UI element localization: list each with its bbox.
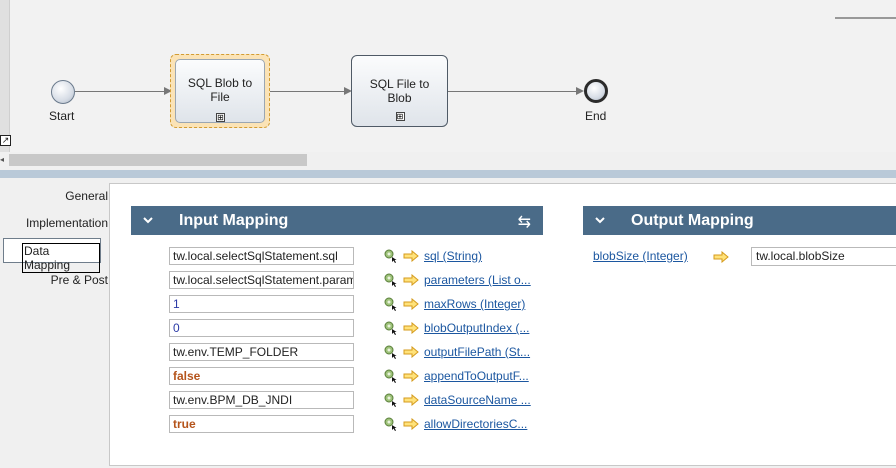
input-value-field[interactable]: tw.env.TEMP_FOLDER <box>169 343 354 361</box>
connector-task1-to-task2[interactable] <box>270 91 348 92</box>
swap-arrows-icon[interactable]: ⇆ <box>518 212 531 232</box>
expand-icon[interactable]: ⊞ <box>216 113 225 122</box>
task-label: SQL Blob to File <box>187 76 253 104</box>
connector-start-to-task1[interactable] <box>75 91 167 92</box>
task-sql-blob-to-file[interactable]: SQL Blob to File ⊞ <box>170 54 270 128</box>
connector-arrowhead <box>576 87 584 95</box>
right-arrow-icon <box>403 394 419 406</box>
input-param-link[interactable]: allowDirectoriesC... <box>424 417 534 431</box>
sidebar-item-pre-post[interactable]: Pre & Post <box>4 273 108 287</box>
end-event[interactable] <box>584 79 608 103</box>
canvas-divider-line <box>835 17 896 19</box>
variable-picker-icon[interactable] <box>384 321 398 335</box>
right-arrow-icon <box>403 298 419 310</box>
output-mapping-title: Output Mapping <box>631 212 754 229</box>
input-param-link[interactable]: parameters (List o... <box>424 273 534 287</box>
input-value-field[interactable]: tw.env.BPM_DB_JNDI <box>169 391 354 409</box>
input-mapping-title: Input Mapping <box>179 212 289 229</box>
variable-picker-icon[interactable] <box>384 393 398 407</box>
chevron-down-icon[interactable] <box>595 215 605 225</box>
input-value-field[interactable]: 0 <box>169 319 354 337</box>
start-label: Start <box>49 109 75 123</box>
panel-splitter[interactable] <box>0 170 896 178</box>
task-sql-file-to-blob[interactable]: SQL File to Blob ⊞ <box>351 55 448 127</box>
variable-picker-icon[interactable] <box>384 417 398 431</box>
expand-icon[interactable]: ⊞ <box>395 112 405 121</box>
variable-picker-icon[interactable] <box>384 345 398 359</box>
right-arrow-icon <box>403 250 419 262</box>
sidebar-item-implementation[interactable]: Implementation <box>4 216 108 230</box>
right-arrow-icon <box>403 418 419 430</box>
input-param-link[interactable]: outputFilePath (St... <box>424 345 534 359</box>
horizontal-scrollbar-thumb[interactable] <box>9 154 307 166</box>
input-param-link[interactable]: sql (String) <box>424 249 534 263</box>
input-param-link[interactable]: maxRows (Integer) <box>424 297 534 311</box>
variable-picker-icon[interactable] <box>384 297 398 311</box>
input-param-link[interactable]: blobOutputIndex (... <box>424 321 534 335</box>
task-label: SQL File to Blob <box>369 77 430 105</box>
popout-icon[interactable]: ↗ <box>0 135 11 146</box>
right-arrow-icon <box>403 322 419 334</box>
right-arrow-icon <box>403 346 419 358</box>
input-value-field[interactable]: tw.local.selectSqlStatement.param <box>169 271 354 289</box>
properties-sidebar: General Implementation Pre & Post <box>0 178 108 468</box>
variable-picker-icon[interactable] <box>384 273 398 287</box>
chevron-down-icon[interactable] <box>143 215 153 225</box>
output-value-field[interactable]: tw.local.blobSize <box>751 247 896 266</box>
variable-picker-icon[interactable] <box>384 249 398 263</box>
right-arrow-icon <box>713 251 729 263</box>
sidebar-item-general[interactable]: General <box>4 189 108 203</box>
input-param-link[interactable]: dataSourceName ... <box>424 393 534 407</box>
output-param-link[interactable]: blobSize (Integer) <box>593 249 688 263</box>
input-value-field[interactable]: 1 <box>169 295 354 313</box>
sidebar-item-data-mapping[interactable]: Data Mapping <box>3 238 101 273</box>
right-arrow-icon <box>403 274 419 286</box>
input-value-field[interactable]: tw.local.selectSqlStatement.sql <box>169 247 354 265</box>
right-arrow-icon <box>403 370 419 382</box>
input-param-link[interactable]: appendToOutputF... <box>424 369 534 383</box>
start-event[interactable] <box>51 80 75 104</box>
input-mapping-header[interactable]: Input Mapping ⇆ <box>131 206 543 235</box>
sidebar-item-label: Data Mapping <box>22 243 100 273</box>
input-value-field[interactable]: true <box>169 415 354 433</box>
canvas-left-edge <box>0 0 10 152</box>
process-canvas[interactable] <box>0 0 896 152</box>
output-mapping-header[interactable]: Output Mapping <box>583 206 896 235</box>
variable-picker-icon[interactable] <box>384 369 398 383</box>
connector-task2-to-end[interactable] <box>448 91 580 92</box>
input-value-field[interactable]: false <box>169 367 354 385</box>
end-label: End <box>585 109 607 123</box>
scroll-left-arrow-icon[interactable]: ◂ <box>0 155 4 164</box>
